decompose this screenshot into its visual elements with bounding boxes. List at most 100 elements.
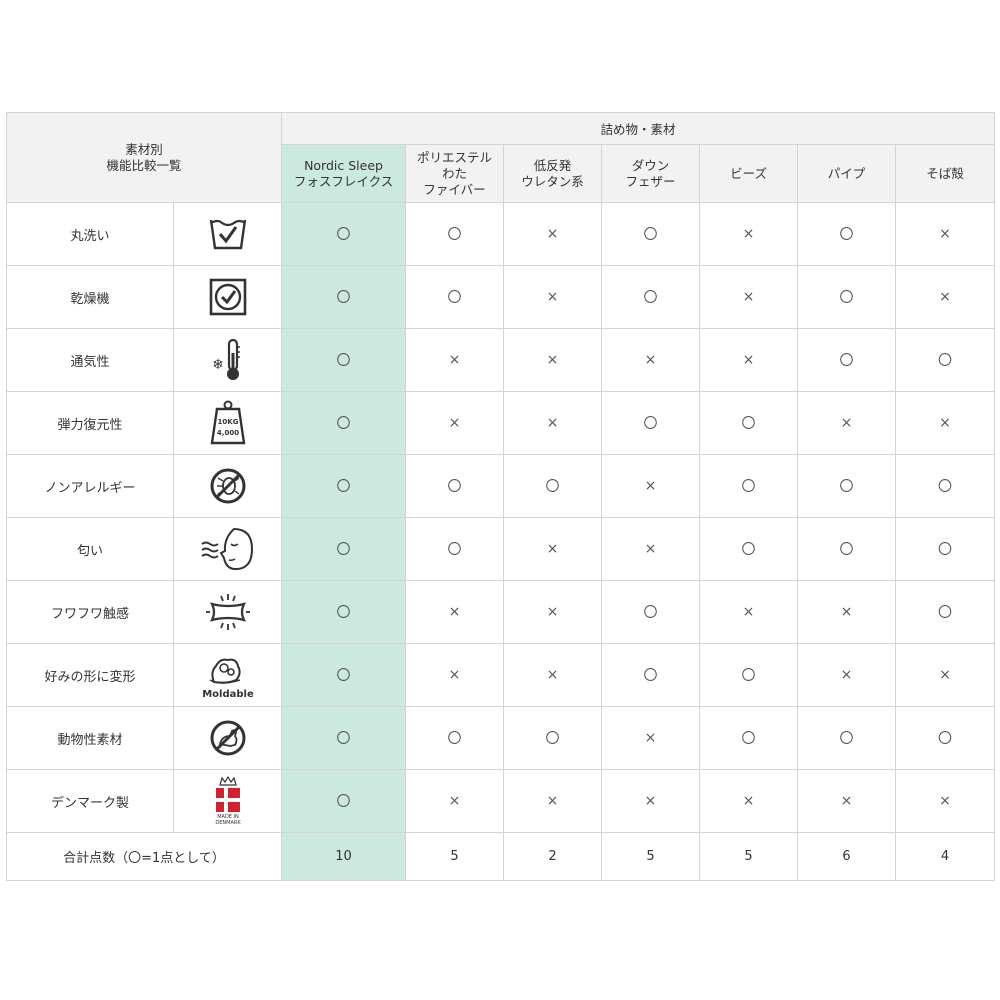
mark-cell: 〇 (281, 265, 407, 329)
svg-text:Moldable: Moldable (202, 689, 254, 700)
mark-cell: 〇 (895, 328, 996, 392)
table-row: 乾燥機 〇 〇 × 〇 × 〇 × (6, 265, 996, 329)
table-row: 動物性素材 〇 〇 〇 × 〇 〇 〇 (6, 706, 996, 770)
column-header-buckwheat: そば殻 (895, 144, 996, 203)
mark-cell: 〇 (601, 265, 701, 329)
total-value: 6 (797, 832, 897, 881)
mark-cell: × (503, 643, 603, 707)
mark-cell: 〇 (601, 643, 701, 707)
mark-cell: 〇 (281, 328, 407, 392)
table-row: 匂い 〇 〇 × × 〇 〇 〇 (6, 517, 996, 581)
table-row: デンマーク製 MADE IN DENMARK 〇 × × × × × × (6, 769, 996, 833)
mark-cell: × (895, 391, 996, 455)
mark-cell: 〇 (895, 580, 996, 644)
mark-cell: × (405, 328, 505, 392)
mark-cell: × (699, 580, 799, 644)
svg-text:4,000: 4,000 (216, 429, 238, 437)
table-title: 素材別 機能比較一覧 (5, 112, 283, 203)
total-value: 2 (503, 832, 603, 881)
mark-cell: 〇 (281, 769, 407, 833)
total-value: 5 (405, 832, 505, 881)
thermometer-icon: ❄ (172, 328, 283, 392)
mark-cell: × (601, 454, 701, 518)
row-label: 通気性 (6, 328, 174, 392)
mark-cell: 〇 (281, 517, 407, 581)
mark-cell: 〇 (281, 580, 407, 644)
svg-text:❄: ❄ (212, 357, 224, 373)
mark-cell: 〇 (699, 517, 799, 581)
mark-cell: 〇 (281, 202, 407, 266)
mark-cell: × (797, 643, 897, 707)
mark-cell: × (405, 580, 505, 644)
table-row: ノンアレルギー 〇 〇 〇 × 〇 〇 〇 (6, 454, 996, 518)
mark-cell: 〇 (601, 391, 701, 455)
mark-cell: 〇 (797, 202, 897, 266)
mark-cell: × (895, 643, 996, 707)
column-header-pipe: パイプ (797, 144, 897, 203)
mark-cell: 〇 (281, 643, 407, 707)
mark-cell: 〇 (699, 454, 799, 518)
table-row: 弾力復元性 10KG 4,000 〇 × × 〇 〇 × × (6, 391, 996, 455)
mark-cell: × (895, 265, 996, 329)
mark-cell: × (699, 265, 799, 329)
mark-cell: × (503, 517, 603, 581)
mark-cell: 〇 (797, 517, 897, 581)
total-row: 合計点数（〇=1点として） 10 5 2 5 5 6 4 (5, 832, 996, 881)
moldable-icon: Moldable (172, 643, 283, 707)
row-label: 好みの形に変形 (6, 643, 174, 707)
mark-cell: × (601, 328, 701, 392)
no-animal-icon (172, 706, 283, 770)
row-label: 丸洗い (6, 202, 174, 266)
mark-cell: × (797, 769, 897, 833)
mark-cell: × (503, 580, 603, 644)
mark-cell: 〇 (405, 202, 505, 266)
mark-cell: × (699, 202, 799, 266)
mark-cell: 〇 (601, 580, 701, 644)
filling-group-header: 詰め物・素材 (281, 112, 996, 145)
mark-cell: 〇 (405, 454, 505, 518)
mark-cell: 〇 (503, 454, 603, 518)
mark-cell: × (895, 202, 996, 266)
mark-cell: 〇 (281, 391, 407, 455)
total-label: 合計点数（〇=1点として） (5, 832, 283, 881)
row-label: 弾力復元性 (6, 391, 174, 455)
mark-cell: × (601, 706, 701, 770)
mark-cell: 〇 (895, 517, 996, 581)
table-row: 丸洗い 〇 〇 × 〇 × 〇 × (6, 202, 996, 266)
mark-cell: 〇 (503, 706, 603, 770)
svg-text:10KG: 10KG (217, 418, 238, 426)
washable-icon (172, 202, 283, 266)
mark-cell: × (405, 391, 505, 455)
mark-cell: 〇 (405, 517, 505, 581)
table-row: 好みの形に変形 Moldable 〇 × × 〇 〇 × × (6, 643, 996, 707)
total-value: 10 (281, 832, 407, 881)
mark-cell: × (699, 769, 799, 833)
mark-cell: × (601, 517, 701, 581)
comparison-table: 素材別 機能比較一覧 詰め物・素材 Nordic Sleep フォスフレイクス … (5, 112, 996, 881)
mark-cell: × (699, 328, 799, 392)
column-header-down-feather: ダウン フェザー (601, 144, 701, 203)
mark-cell: 〇 (797, 454, 897, 518)
svg-text:DENMARK: DENMARK (215, 820, 241, 826)
mark-cell: × (797, 580, 897, 644)
mark-cell: × (503, 328, 603, 392)
table-row: 通気性 ❄ 〇 × × × × 〇 〇 (6, 328, 996, 392)
total-value: 4 (895, 832, 996, 881)
mark-cell: 〇 (895, 454, 996, 518)
mark-cell: 〇 (797, 265, 897, 329)
mark-cell: × (503, 265, 603, 329)
mark-cell: × (797, 391, 897, 455)
tumble-dry-icon (172, 265, 283, 329)
total-value: 5 (699, 832, 799, 881)
mark-cell: × (503, 391, 603, 455)
mark-cell: × (503, 769, 603, 833)
mark-cell: 〇 (699, 706, 799, 770)
mark-cell: 〇 (405, 706, 505, 770)
column-header-urethane: 低反発 ウレタン系 (503, 144, 603, 203)
made-in-denmark-icon: MADE IN DENMARK (172, 769, 283, 833)
smell-face-icon (172, 517, 283, 581)
mark-cell: × (503, 202, 603, 266)
row-label: 匂い (6, 517, 174, 581)
fluffy-pillow-icon (172, 580, 283, 644)
mark-cell: 〇 (797, 328, 897, 392)
